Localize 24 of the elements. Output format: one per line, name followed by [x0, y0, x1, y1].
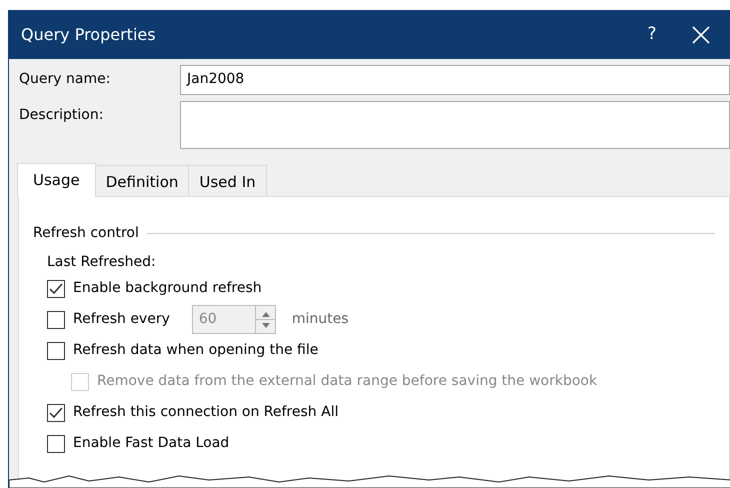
spin-buttons[interactable]	[254, 306, 275, 333]
field-label: Query name:	[19, 70, 112, 89]
last-refreshed-label: Last Refreshed:	[47, 253, 157, 272]
input-field[interactable]: Jan2008	[180, 65, 730, 95]
checkbox[interactable]	[47, 404, 65, 422]
checkbox-label: Enable Fast Data Load	[73, 434, 230, 453]
checkbox-label: Remove data from the external data range before saving the workbook	[97, 372, 598, 391]
tab[interactable]: Used In	[188, 165, 267, 196]
help-button[interactable]: ?	[632, 22, 672, 48]
field-label: Description:	[19, 106, 104, 125]
checkbox[interactable]	[47, 342, 65, 360]
tab[interactable]: Usage	[17, 163, 96, 197]
input-field[interactable]	[180, 101, 730, 149]
checkbox[interactable]	[47, 434, 65, 452]
close-icon	[692, 26, 710, 44]
window-title: Query Properties	[21, 24, 157, 46]
checkbox-label: Refresh this connection on Refresh All	[73, 403, 338, 422]
unit-label: minutes	[292, 310, 349, 329]
option-label: Refresh every	[73, 310, 170, 329]
checkbox[interactable]	[47, 310, 65, 328]
checkbox-label: Enable background refresh	[73, 279, 262, 298]
checkbox-label: Refresh data when opening the file	[73, 341, 318, 360]
checkbox[interactable]	[47, 280, 65, 298]
group-title: Refresh control	[33, 224, 139, 243]
